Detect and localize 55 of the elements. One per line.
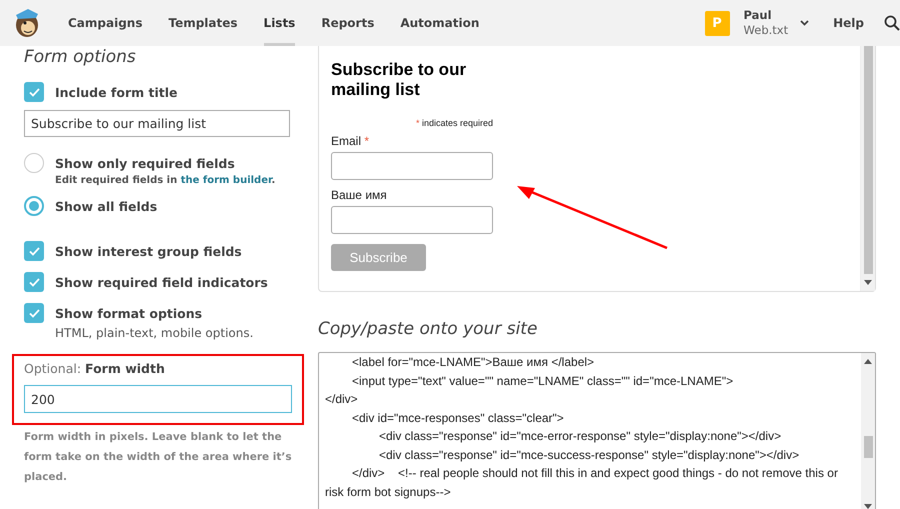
field-label: Optional: Form width [24, 361, 166, 376]
nav-tab[interactable]: Templates [168, 0, 238, 46]
checkbox[interactable] [24, 272, 44, 292]
code-line: <input type="text" value="" name="LNAME" class="" id="mce-LNAME"> [351, 372, 734, 390]
code-line: <div id="mce-responses" class="clear"> [351, 410, 565, 426]
radio-button[interactable] [24, 153, 44, 173]
title-input-field[interactable]: Subscribe to our mailing list [24, 110, 290, 137]
section-title: Form options [24, 46, 137, 68]
option-label: Show format options [55, 306, 202, 320]
checkmark-icon [28, 88, 40, 96]
code-line: <div class="response" id="mce-error-response" style="display:none"></div> [378, 428, 782, 445]
checkbox[interactable] [24, 303, 44, 323]
nav-tab[interactable]: Reports [321, 0, 374, 46]
input-field[interactable] [331, 206, 493, 234]
scrollbar[interactable] [861, 353, 875, 509]
checkbox[interactable] [24, 82, 44, 102]
nav-tab[interactable]: Lists [264, 0, 296, 46]
checkmark-icon [28, 246, 40, 256]
code-line: <div class="response" id="mce-success-response" style="display:none"></div> [378, 446, 800, 464]
code-line: <label for="mce-LNAME">Ваше имя </label> [351, 354, 596, 371]
scrollbar[interactable] [860, 46, 875, 291]
width-input-field[interactable]: 200 [24, 385, 292, 413]
user-name[interactable]: Paul [744, 8, 788, 23]
help-text: Form width in pixels. Leave blank to let the form take on the width of the area where it’s placed. [24, 430, 292, 485]
scroll-up-icon[interactable] [864, 359, 872, 364]
option-note: HTML, plain-text, mobile options. [55, 326, 254, 340]
nav-tab[interactable]: Campaigns [68, 0, 142, 46]
scrollbar-thumb[interactable] [864, 436, 872, 458]
code-line: </div> [325, 391, 359, 408]
checkmark-icon [28, 278, 40, 286]
input-field[interactable] [331, 152, 493, 180]
search-icon[interactable] [884, 15, 900, 31]
scroll-down-icon[interactable] [864, 504, 872, 509]
nav-tab[interactable]: Automation [400, 0, 480, 46]
option-label: Show interest group fields [55, 244, 242, 258]
option-label: Show all fields [55, 198, 158, 214]
form-title: Subscribe to our mailing list [331, 60, 468, 100]
option-label: Show only required fields [55, 156, 235, 170]
help-link[interactable]: Help [833, 16, 864, 30]
radio-button[interactable] [24, 196, 44, 216]
option-label: Show required field indicators [55, 274, 268, 290]
hint-text: Edit required fields in the form builder. [55, 175, 276, 186]
required-note: * indicates required [414, 118, 493, 128]
form-builder-link[interactable]: the form builder [180, 175, 272, 186]
option-label: Include form title [55, 84, 178, 100]
chevron-down-icon[interactable] [800, 20, 810, 26]
section-title: Copy/paste onto your site [318, 318, 538, 340]
checkbox[interactable] [24, 241, 44, 261]
scroll-down-icon[interactable] [864, 280, 872, 285]
code-line: </div> <!-- real people should not fill this in and expect good things - do not remove this or risk form bot signups--> [325, 465, 839, 500]
account-name[interactable]: Web.txt [744, 23, 788, 38]
checkmark-icon [28, 308, 40, 318]
scrollbar-thumb[interactable] [864, 46, 872, 274]
field-label: Email * [331, 134, 370, 148]
field-label: Ваше имя [331, 188, 388, 202]
